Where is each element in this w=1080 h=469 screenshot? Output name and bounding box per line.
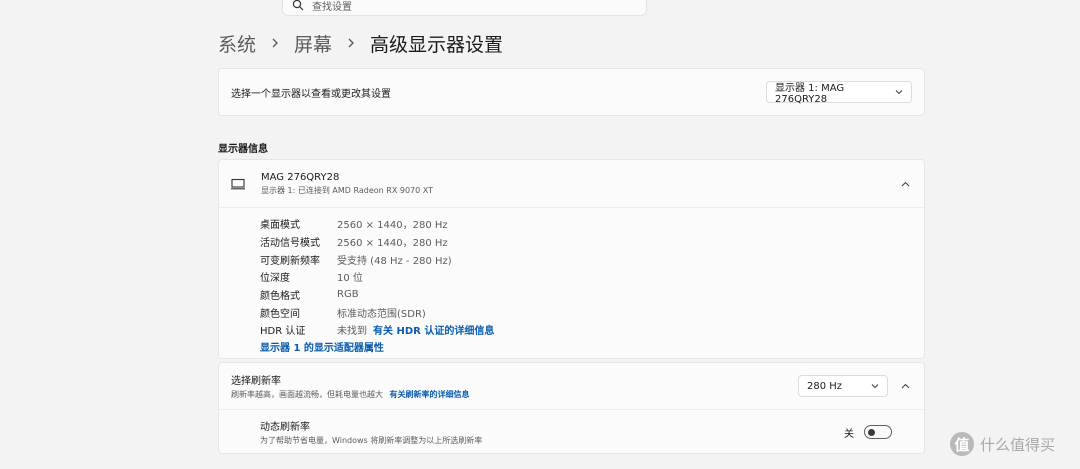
property-key: 颜色格式 — [260, 291, 300, 303]
refresh-rate-link[interactable]: 有关刷新率的详细信息 — [390, 390, 470, 399]
property-row: 活动信号模式 2560 × 1440，280 Hz — [260, 233, 494, 251]
property-value: 受支持 (48 Hz - 280 Hz) — [337, 255, 452, 267]
breadcrumb-display[interactable]: 屏幕 — [294, 30, 332, 57]
property-key: 桌面模式 — [260, 220, 300, 232]
property-value: RGB — [337, 289, 359, 301]
watermark-logo: 值 — [950, 432, 974, 456]
dynamic-refresh-subtitle: 为了帮助节省电量，Windows 将刷新率调整为以上所选刷新率 — [260, 436, 483, 445]
refresh-rate-subtitle: 刷新率越高，画面越流畅，但耗电量也越大 有关刷新率的详细信息 — [231, 389, 798, 400]
refresh-rate-card: 选择刷新率 刷新率越高，画面越流畅，但耗电量也越大 有关刷新率的详细信息 280… — [218, 362, 925, 454]
dynamic-refresh-toggle[interactable] — [864, 425, 892, 439]
chevron-right-icon — [270, 36, 280, 50]
property-row: HDR 认证 未找到 有关 HDR 认证的详细信息 — [260, 321, 494, 339]
property-row: 颜色格式 RGB — [260, 286, 494, 304]
refresh-rate-header: 选择刷新率 刷新率越高，画面越流畅，但耗电量也越大 有关刷新率的详细信息 280… — [219, 363, 924, 410]
property-row: 可变刷新频率 受支持 (48 Hz - 280 Hz) — [260, 250, 494, 268]
property-value: 标准动态范围(SDR) — [337, 308, 426, 320]
display-name: MAG 276QRY28 — [261, 171, 340, 183]
watermark: 值 什么值得买 — [950, 432, 1055, 456]
chevron-up-icon[interactable] — [898, 177, 912, 191]
chevron-up-icon[interactable] — [898, 379, 912, 393]
hdr-info-link[interactable]: 有关 HDR 认证的详细信息 — [373, 322, 494, 337]
property-row: 位深度 10 位 — [260, 268, 494, 286]
display-info-header[interactable]: MAG 276QRY28 显示器 1: 已连接到 AMD Radeon RX 9… — [219, 160, 924, 208]
property-row: 颜色空间 标准动态范围(SDR) — [260, 303, 494, 321]
breadcrumb-system[interactable]: 系统 — [218, 30, 256, 57]
search-box[interactable]: 查找设置 — [282, 0, 647, 16]
refresh-rate-desc: 刷新率越高，画面越流畅，但耗电量也越大 — [231, 390, 383, 399]
display-select-label: 选择一个显示器以查看或更改其设置 — [231, 88, 391, 100]
display-info-card: MAG 276QRY28 显示器 1: 已连接到 AMD Radeon RX 9… — [218, 159, 925, 359]
display-select-value: 显示器 1: MAG 276QRY28 — [775, 83, 845, 105]
chevron-down-icon — [871, 381, 879, 392]
property-value: 2560 × 1440，280 Hz — [337, 220, 448, 232]
property-key: 活动信号模式 — [260, 238, 320, 250]
watermark-text: 什么值得买 — [980, 435, 1056, 454]
monitor-icon — [231, 177, 249, 191]
property-key: 可变刷新频率 — [260, 255, 320, 267]
search-input[interactable]: 查找设置 — [312, 0, 352, 13]
dynamic-refresh-row: 动态刷新率 为了帮助节省电量，Windows 将刷新率调整为以上所选刷新率 关 — [219, 410, 924, 454]
property-row: 桌面模式 2560 × 1440，280 Hz — [260, 215, 494, 233]
adapter-properties-link[interactable]: 显示器 1 的显示适配器属性 — [260, 339, 384, 354]
property-value: 未找到 — [337, 326, 367, 338]
toggle-state-label: 关 — [844, 428, 854, 440]
chevron-down-icon — [895, 87, 903, 98]
display-select-dropdown[interactable]: 显示器 1: MAG 276QRY28 — [766, 81, 912, 105]
section-title: 显示器信息 — [218, 144, 268, 155]
toggle-knob — [868, 428, 875, 436]
breadcrumb: 系统 屏幕 高级显示器设置 — [218, 29, 503, 57]
property-value: 2560 × 1440，280 Hz — [337, 238, 448, 250]
refresh-rate-title: 选择刷新率 — [231, 376, 281, 387]
dynamic-refresh-title: 动态刷新率 — [260, 422, 310, 433]
search-icon — [292, 0, 304, 15]
display-select-card: 选择一个显示器以查看或更改其设置 显示器 1: MAG 276QRY28 — [218, 68, 925, 116]
display-subtitle: 显示器 1: 已连接到 AMD Radeon RX 9070 XT — [261, 185, 433, 195]
property-key: 颜色空间 — [260, 308, 300, 320]
chevron-right-icon — [346, 36, 356, 50]
property-key: 位深度 — [260, 273, 290, 285]
display-properties: 桌面模式 2560 × 1440，280 Hz 活动信号模式 2560 × 14… — [260, 215, 494, 339]
refresh-rate-dropdown[interactable]: 280 Hz — [798, 375, 888, 397]
property-value: 10 位 — [337, 273, 363, 285]
refresh-rate-value: 280 Hz — [807, 380, 843, 392]
page-title: 高级显示器设置 — [370, 33, 504, 56]
dynamic-refresh-toggle-wrap: 关 — [844, 425, 892, 440]
property-key: HDR 认证 — [260, 326, 306, 338]
